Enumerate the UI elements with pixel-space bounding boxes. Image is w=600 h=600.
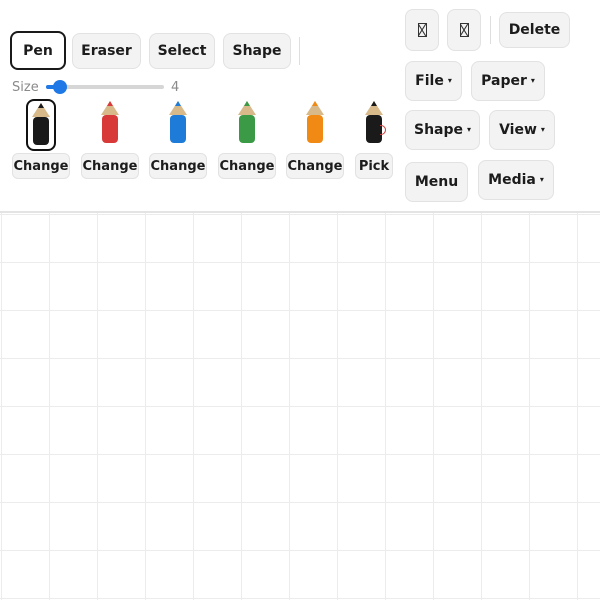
pencil-tip-icon <box>238 101 256 115</box>
eraser-tool-label: Eraser <box>81 43 132 59</box>
pencil-tip-icon <box>32 103 50 117</box>
shape-menu-button[interactable]: Shape ▾ <box>405 110 480 150</box>
undo-button[interactable] <box>405 9 439 51</box>
pen-color-swatch[interactable] <box>26 99 56 151</box>
pencil-tip-icon <box>101 101 119 115</box>
delete-button[interactable]: Delete <box>499 12 570 48</box>
slider-thumb[interactable] <box>53 80 68 94</box>
view-menu-button[interactable]: View ▾ <box>489 110 555 150</box>
pencil-body <box>307 115 323 143</box>
change-pen-color-button[interactable]: Change <box>149 153 207 179</box>
toolbar-divider <box>299 37 300 65</box>
chevron-down-icon: ▾ <box>540 124 545 134</box>
media-menu-button[interactable]: Media ▾ <box>478 160 554 200</box>
change-pen-color-button[interactable]: Change <box>81 153 139 179</box>
shape-menu-label: Shape <box>413 122 463 138</box>
select-tool-button[interactable]: Select <box>149 33 215 69</box>
custom-pen-swatch[interactable] <box>359 99 389 151</box>
file-menu-label: File <box>415 73 444 89</box>
change-pen-color-label: Change <box>82 158 138 174</box>
undo-icon <box>417 23 427 37</box>
pencil-tip-icon <box>306 101 324 115</box>
pen-color-swatch[interactable] <box>232 99 262 151</box>
paper-menu-button[interactable]: Paper ▾ <box>471 61 545 101</box>
main-menu-button[interactable]: Menu <box>405 162 468 202</box>
color-picker-icon <box>380 125 386 135</box>
eraser-tool-button[interactable]: Eraser <box>72 33 141 69</box>
file-menu-button[interactable]: File ▾ <box>405 61 462 101</box>
drawing-canvas[interactable] <box>0 211 600 600</box>
pen-color-swatch[interactable] <box>95 99 125 151</box>
change-pen-color-label: Change <box>219 158 275 174</box>
pencil-body <box>239 115 255 143</box>
view-menu-label: View <box>499 122 537 138</box>
redo-icon <box>459 23 469 37</box>
shape-tool-button[interactable]: Shape <box>223 33 291 69</box>
pencil-tip-icon <box>365 101 383 115</box>
change-pen-color-label: Change <box>150 158 206 174</box>
change-pen-color-button[interactable]: Change <box>12 153 70 179</box>
media-menu-label: Media <box>488 172 536 188</box>
history-divider <box>490 16 491 44</box>
shape-tool-label: Shape <box>232 43 282 59</box>
pen-tool-button[interactable]: Pen <box>10 31 66 70</box>
pencil-body <box>170 115 186 143</box>
chevron-down-icon: ▾ <box>467 124 472 134</box>
change-pen-color-label: Change <box>287 158 343 174</box>
size-slider[interactable] <box>46 80 164 94</box>
size-value: 4 <box>171 80 180 95</box>
chevron-down-icon: ▾ <box>530 75 535 85</box>
chevron-down-icon: ▾ <box>447 75 452 85</box>
size-label: Size <box>12 80 39 95</box>
change-pen-color-label: Change <box>13 158 69 174</box>
pen-color-swatch[interactable] <box>300 99 330 151</box>
pencil-tip-icon <box>169 101 187 115</box>
paper-menu-label: Paper <box>481 73 527 89</box>
change-pen-color-button[interactable]: Change <box>218 153 276 179</box>
pick-color-label: Pick <box>358 158 390 174</box>
redo-button[interactable] <box>447 9 481 51</box>
change-pen-color-button[interactable]: Change <box>286 153 344 179</box>
pick-color-button[interactable]: Pick <box>355 153 393 179</box>
delete-label: Delete <box>508 22 561 38</box>
pen-color-swatch[interactable] <box>163 99 193 151</box>
select-tool-label: Select <box>157 43 207 59</box>
pen-tool-label: Pen <box>23 42 53 59</box>
pencil-body <box>102 115 118 143</box>
chevron-down-icon: ▾ <box>539 174 544 184</box>
main-menu-label: Menu <box>414 174 459 190</box>
pencil-body <box>33 117 49 145</box>
